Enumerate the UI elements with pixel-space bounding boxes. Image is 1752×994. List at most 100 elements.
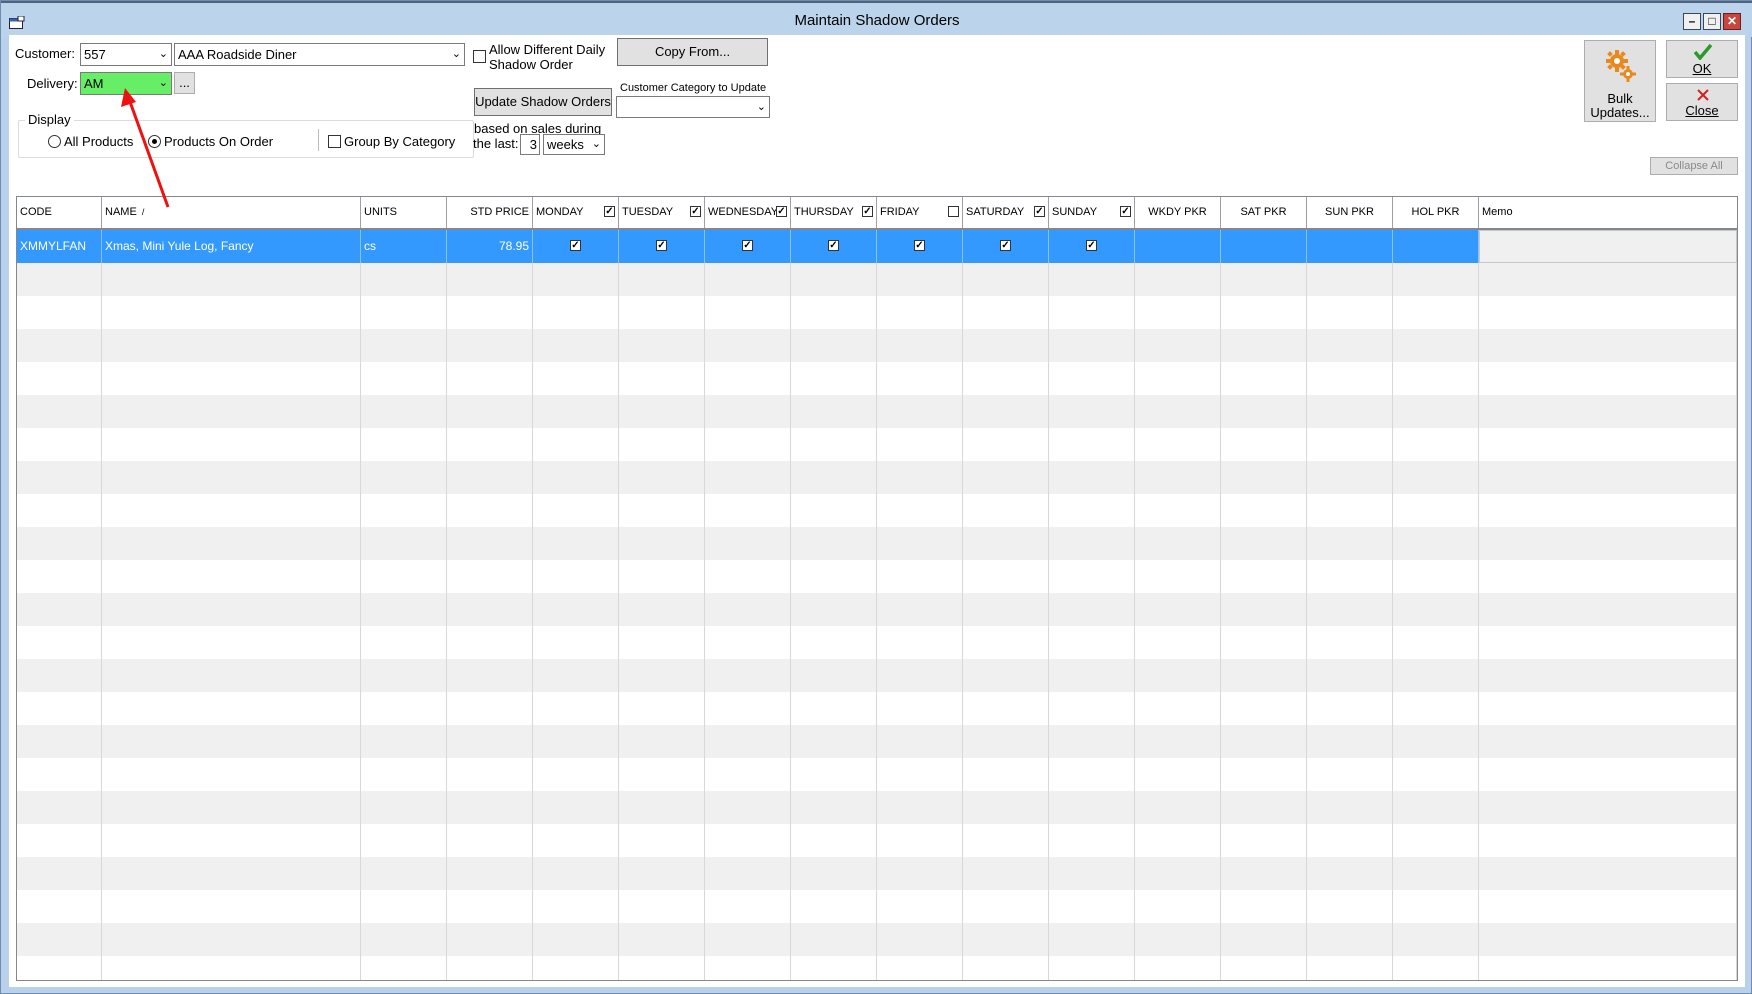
header-saturday-checkbox[interactable]: ✓	[1034, 206, 1045, 217]
friday-checkbox[interactable]: ✓	[914, 240, 925, 251]
close-window-button[interactable]: ✕	[1723, 13, 1741, 30]
table-cell[interactable]	[705, 593, 791, 626]
table-cell[interactable]	[1049, 527, 1135, 560]
table-cell[interactable]	[619, 527, 705, 560]
table-cell[interactable]	[1049, 659, 1135, 692]
table-cell[interactable]	[877, 494, 963, 527]
table-cell[interactable]	[791, 362, 877, 395]
table-cell[interactable]	[1479, 923, 1737, 956]
table-cell[interactable]	[361, 659, 447, 692]
table-cell[interactable]	[1393, 626, 1479, 659]
table-cell[interactable]	[1479, 824, 1737, 857]
table-cell[interactable]	[1393, 956, 1479, 980]
table-cell[interactable]	[877, 461, 963, 494]
table-cell[interactable]	[1479, 890, 1737, 923]
table-cell[interactable]	[533, 824, 619, 857]
table-cell[interactable]	[447, 362, 533, 395]
table-cell[interactable]	[17, 362, 102, 395]
table-cell[interactable]	[1479, 758, 1737, 791]
cell-sunday[interactable]: ✓	[1049, 230, 1135, 263]
header-hol-pkr[interactable]: HOL PKR	[1393, 197, 1479, 228]
table-cell[interactable]	[1479, 329, 1737, 362]
table-cell[interactable]	[533, 395, 619, 428]
table-cell[interactable]	[791, 692, 877, 725]
table-cell[interactable]	[1307, 461, 1393, 494]
table-cell[interactable]	[877, 659, 963, 692]
table-cell[interactable]	[17, 725, 102, 758]
table-cell[interactable]	[619, 758, 705, 791]
header-monday-checkbox[interactable]: ✓	[604, 206, 615, 217]
table-row[interactable]	[17, 923, 1737, 956]
table-cell[interactable]	[1221, 428, 1307, 461]
table-cell[interactable]	[1393, 263, 1479, 296]
table-cell[interactable]	[361, 263, 447, 296]
wednesday-checkbox[interactable]: ✓	[742, 240, 753, 251]
table-cell[interactable]	[1393, 890, 1479, 923]
table-cell[interactable]	[1393, 692, 1479, 725]
table-cell[interactable]	[1393, 923, 1479, 956]
table-cell[interactable]	[791, 527, 877, 560]
header-memo[interactable]: Memo	[1479, 197, 1737, 228]
table-cell[interactable]	[447, 857, 533, 890]
table-cell[interactable]	[361, 527, 447, 560]
table-cell[interactable]	[1221, 956, 1307, 980]
table-cell[interactable]	[791, 494, 877, 527]
header-units[interactable]: UNITS	[361, 197, 447, 228]
table-cell[interactable]	[361, 428, 447, 461]
table-cell[interactable]	[361, 560, 447, 593]
table-cell[interactable]	[877, 593, 963, 626]
table-cell[interactable]	[17, 329, 102, 362]
last-count-input[interactable]: 3	[520, 134, 540, 155]
table-cell[interactable]	[447, 560, 533, 593]
close-button[interactable]: Close	[1666, 83, 1738, 121]
table-cell[interactable]	[1135, 758, 1221, 791]
table-cell[interactable]	[1049, 395, 1135, 428]
cell-tuesday[interactable]: ✓	[619, 230, 705, 263]
table-cell[interactable]	[102, 824, 361, 857]
table-cell[interactable]	[1307, 956, 1393, 980]
table-cell[interactable]	[705, 263, 791, 296]
cell-std-price[interactable]: 78.95	[447, 230, 533, 263]
group-by-category-checkbox[interactable]	[328, 135, 341, 148]
table-cell[interactable]	[533, 956, 619, 980]
table-cell[interactable]	[17, 659, 102, 692]
table-cell[interactable]	[877, 758, 963, 791]
table-cell[interactable]	[1221, 692, 1307, 725]
table-cell[interactable]	[1479, 593, 1737, 626]
table-cell[interactable]	[1307, 362, 1393, 395]
table-cell[interactable]	[1135, 791, 1221, 824]
cell-wednesday[interactable]: ✓	[705, 230, 791, 263]
table-cell[interactable]	[1049, 428, 1135, 461]
table-cell[interactable]	[705, 494, 791, 527]
table-cell[interactable]	[877, 362, 963, 395]
table-cell[interactable]	[963, 758, 1049, 791]
table-cell[interactable]	[1049, 890, 1135, 923]
table-cell[interactable]	[705, 461, 791, 494]
table-cell[interactable]	[1049, 923, 1135, 956]
table-cell[interactable]	[1135, 923, 1221, 956]
table-cell[interactable]	[791, 296, 877, 329]
table-cell[interactable]	[17, 956, 102, 980]
table-cell[interactable]	[791, 791, 877, 824]
table-cell[interactable]	[447, 758, 533, 791]
table-row[interactable]	[17, 494, 1737, 527]
table-cell[interactable]	[1135, 263, 1221, 296]
table-cell[interactable]	[533, 329, 619, 362]
table-cell[interactable]	[1479, 692, 1737, 725]
table-cell[interactable]	[963, 263, 1049, 296]
cell-sat-pkr[interactable]	[1221, 230, 1307, 263]
table-cell[interactable]	[17, 395, 102, 428]
table-cell[interactable]	[1221, 329, 1307, 362]
table-cell[interactable]	[963, 659, 1049, 692]
table-cell[interactable]	[1221, 626, 1307, 659]
table-row[interactable]	[17, 956, 1737, 980]
header-tuesday[interactable]: TUESDAY ✓	[619, 197, 705, 228]
table-cell[interactable]	[1307, 725, 1393, 758]
table-cell[interactable]	[533, 494, 619, 527]
header-sun-pkr[interactable]: SUN PKR	[1307, 197, 1393, 228]
table-cell[interactable]	[102, 725, 361, 758]
table-cell[interactable]	[1049, 758, 1135, 791]
table-cell[interactable]	[791, 659, 877, 692]
table-cell[interactable]	[361, 890, 447, 923]
table-cell[interactable]	[1393, 428, 1479, 461]
